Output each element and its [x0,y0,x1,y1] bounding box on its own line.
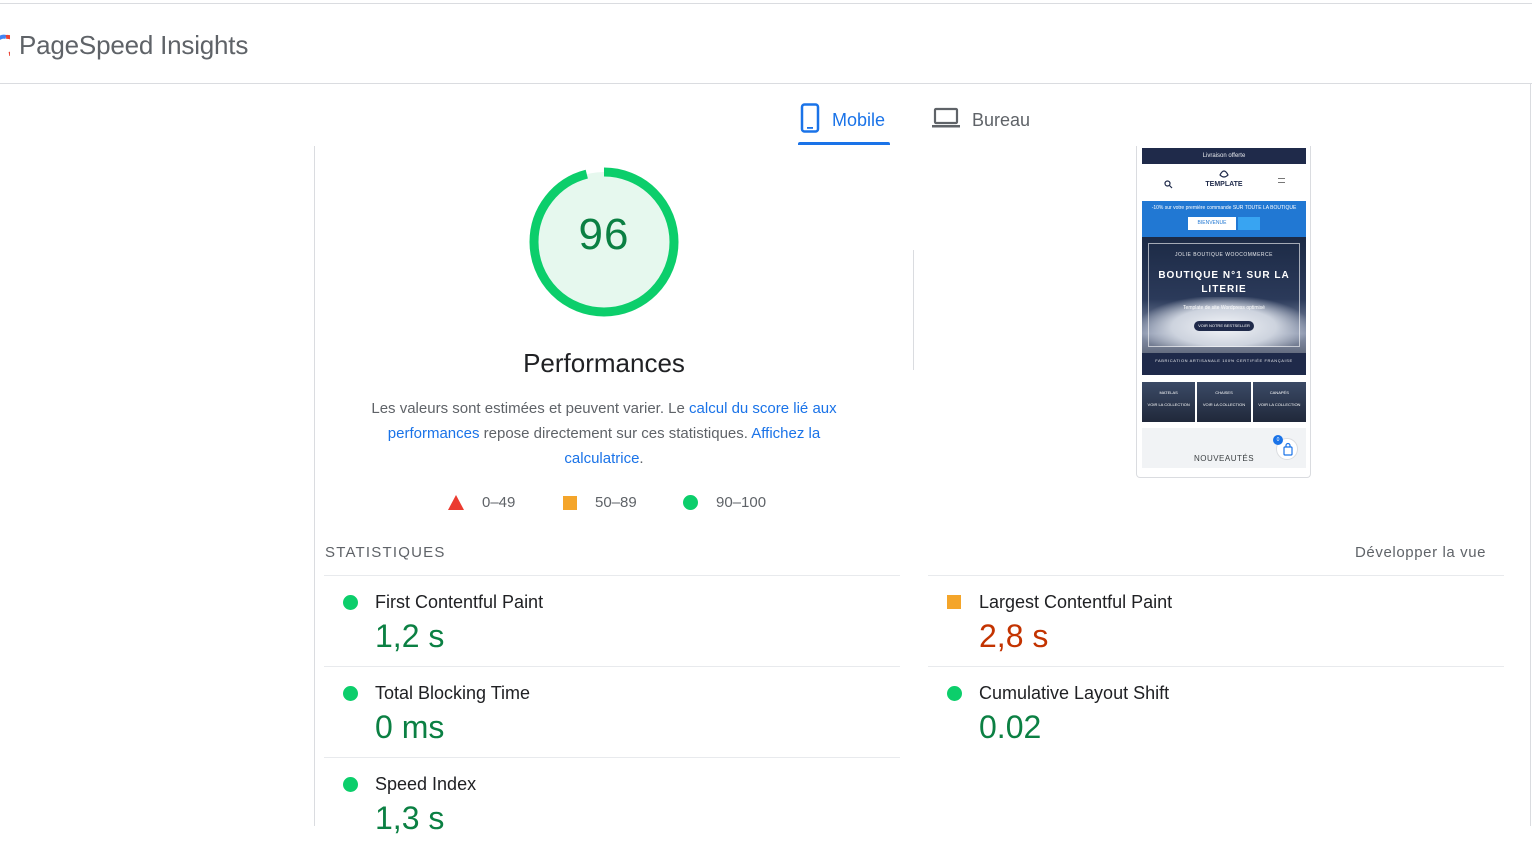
thumb-category: MATELAS VOIR LA COLLECTION [1142,382,1196,422]
metric-tbt: Total Blocking Time 0 ms [324,667,884,757]
metric-speed-index: Speed Index 1,3 s [324,758,884,848]
legend-pass: 90–100 [683,494,766,511]
thumb-hero-button: VOIR NOTRE BESTSELLER [1194,321,1254,331]
thumb-new-section: NOUVEAUTÉS 0 [1142,428,1306,468]
pass-circle-icon [343,777,358,792]
category-title: Performances [523,348,685,378]
score-description: Les valeurs sont estimées et peuvent var… [360,396,848,471]
legend-average-label: 50–89 [595,494,637,511]
tab-mobile[interactable]: Mobile [800,96,885,144]
panel-border-right [1530,84,1531,826]
average-square-icon [563,495,577,510]
thumb-promo-button: BIENVENUE [1188,217,1236,230]
description-text-2: repose directement sur ces statistiques. [479,425,752,442]
average-square-icon [947,595,961,609]
description-text-3: . [639,450,644,467]
pass-circle-icon [343,595,358,610]
thumb-category-cta: VOIR LA COLLECTION [1258,402,1301,407]
thumb-promo-text: -10% sur votre première commande SUR TOU… [1151,205,1297,211]
legend-fail-label: 0–49 [482,494,516,511]
thumb-cart-badge: 0 [1273,435,1283,445]
metric-value: 0.02 [979,709,1042,745]
thumb-category-name: CHAISES [1215,390,1233,395]
active-tab-indicator [798,142,890,145]
thumb-hero-kicker: JOLIE BOUTIQUE WOOCOMMERCE [1174,252,1273,258]
thumb-logo-icon [1219,170,1229,178]
tab-mobile-label: Mobile [832,109,886,130]
app-header: PageSpeed Insights [0,4,1532,84]
metric-value: 1,2 s [375,618,445,654]
metric-lcp: Largest Contentful Paint 2,8 s [928,576,1488,666]
page-screenshot-thumbnail[interactable]: Livraison offerte TEMPLATE -10% sur votr… [1136,146,1311,478]
metric-name: Largest Contentful Paint [979,592,1173,612]
thumb-hero-footer: FABRICATION ARTISANALE 100% CERTIFIÉE FR… [1142,353,1306,375]
thumb-logo-text: TEMPLATE [1205,181,1243,188]
thumb-promo-copy-button [1238,217,1260,230]
thumb-menu-icon [1278,178,1285,183]
metric-name: Speed Index [375,774,477,794]
metric-value: 2,8 s [979,618,1049,654]
expand-view-button[interactable]: Développer la vue [1355,544,1486,561]
legend-fail: 0–49 [448,494,515,511]
thumb-hero: JOLIE BOUTIQUE WOOCOMMERCE BOUTIQUE N°1 … [1142,237,1306,375]
metric-name: Total Blocking Time [375,683,531,703]
thumb-category-cta: VOIR LA COLLECTION [1147,402,1190,407]
vertical-divider [913,250,914,370]
thumb-hero-subtitle: Template de site Wordpress optimisé [1183,305,1265,311]
metric-name: Cumulative Layout Shift [979,683,1170,703]
score-legend: 0–49 50–89 90–100 [0,494,1532,516]
phone-icon [800,102,820,138]
thumb-category-cta: VOIR LA COLLECTION [1202,402,1246,407]
metric-value: 0 ms [375,709,445,745]
thumb-promo-banner: -10% sur votre première commande SUR TOU… [1142,201,1306,237]
fail-triangle-icon [448,495,464,510]
panel-border-left [314,146,315,826]
pass-circle-icon [683,495,698,510]
pass-circle-icon [947,686,962,701]
thumb-logo: TEMPLATE [1204,169,1244,189]
thumb-hero-title: BOUTIQUE N°1 SUR LA LITERIE [1158,270,1290,295]
thumb-categories: MATELAS VOIR LA COLLECTION CHAISES VOIR … [1142,382,1306,422]
thumb-nav: TEMPLATE [1142,164,1306,200]
thumb-category-name: CANAPÉS [1269,390,1289,395]
legend-pass-label: 90–100 [716,494,767,511]
metric-value: 1,3 s [375,800,445,836]
metric-cls: Cumulative Layout Shift 0.02 [928,667,1488,757]
device-tabs: Mobile Bureau [0,96,1532,146]
thumb-category: CANAPÉS VOIR LA COLLECTION [1252,382,1306,422]
thumb-category-name: MATELAS [1159,390,1178,395]
laptop-icon [932,107,960,134]
pagespeed-logo-icon[interactable] [0,34,19,56]
thumb-category: CHAISES VOIR LA COLLECTION [1197,382,1251,422]
thumb-search-icon [1164,176,1173,194]
metric-name: First Contentful Paint [375,592,544,612]
statistics-heading: STATISTIQUES [325,544,446,561]
metric-fcp: First Contentful Paint 1,2 s [324,576,884,666]
description-text-1: Les valeurs sont estimées et peuvent var… [371,400,690,417]
legend-average: 50–89 [563,494,637,511]
pass-circle-icon [343,686,358,701]
performance-score: 96 [578,210,630,259]
tab-desktop[interactable]: Bureau [932,96,1030,144]
thumb-topbar: Livraison offerte [1142,148,1306,164]
app-title[interactable]: PageSpeed Insights [19,30,248,61]
tab-desktop-label: Bureau [972,109,1031,130]
